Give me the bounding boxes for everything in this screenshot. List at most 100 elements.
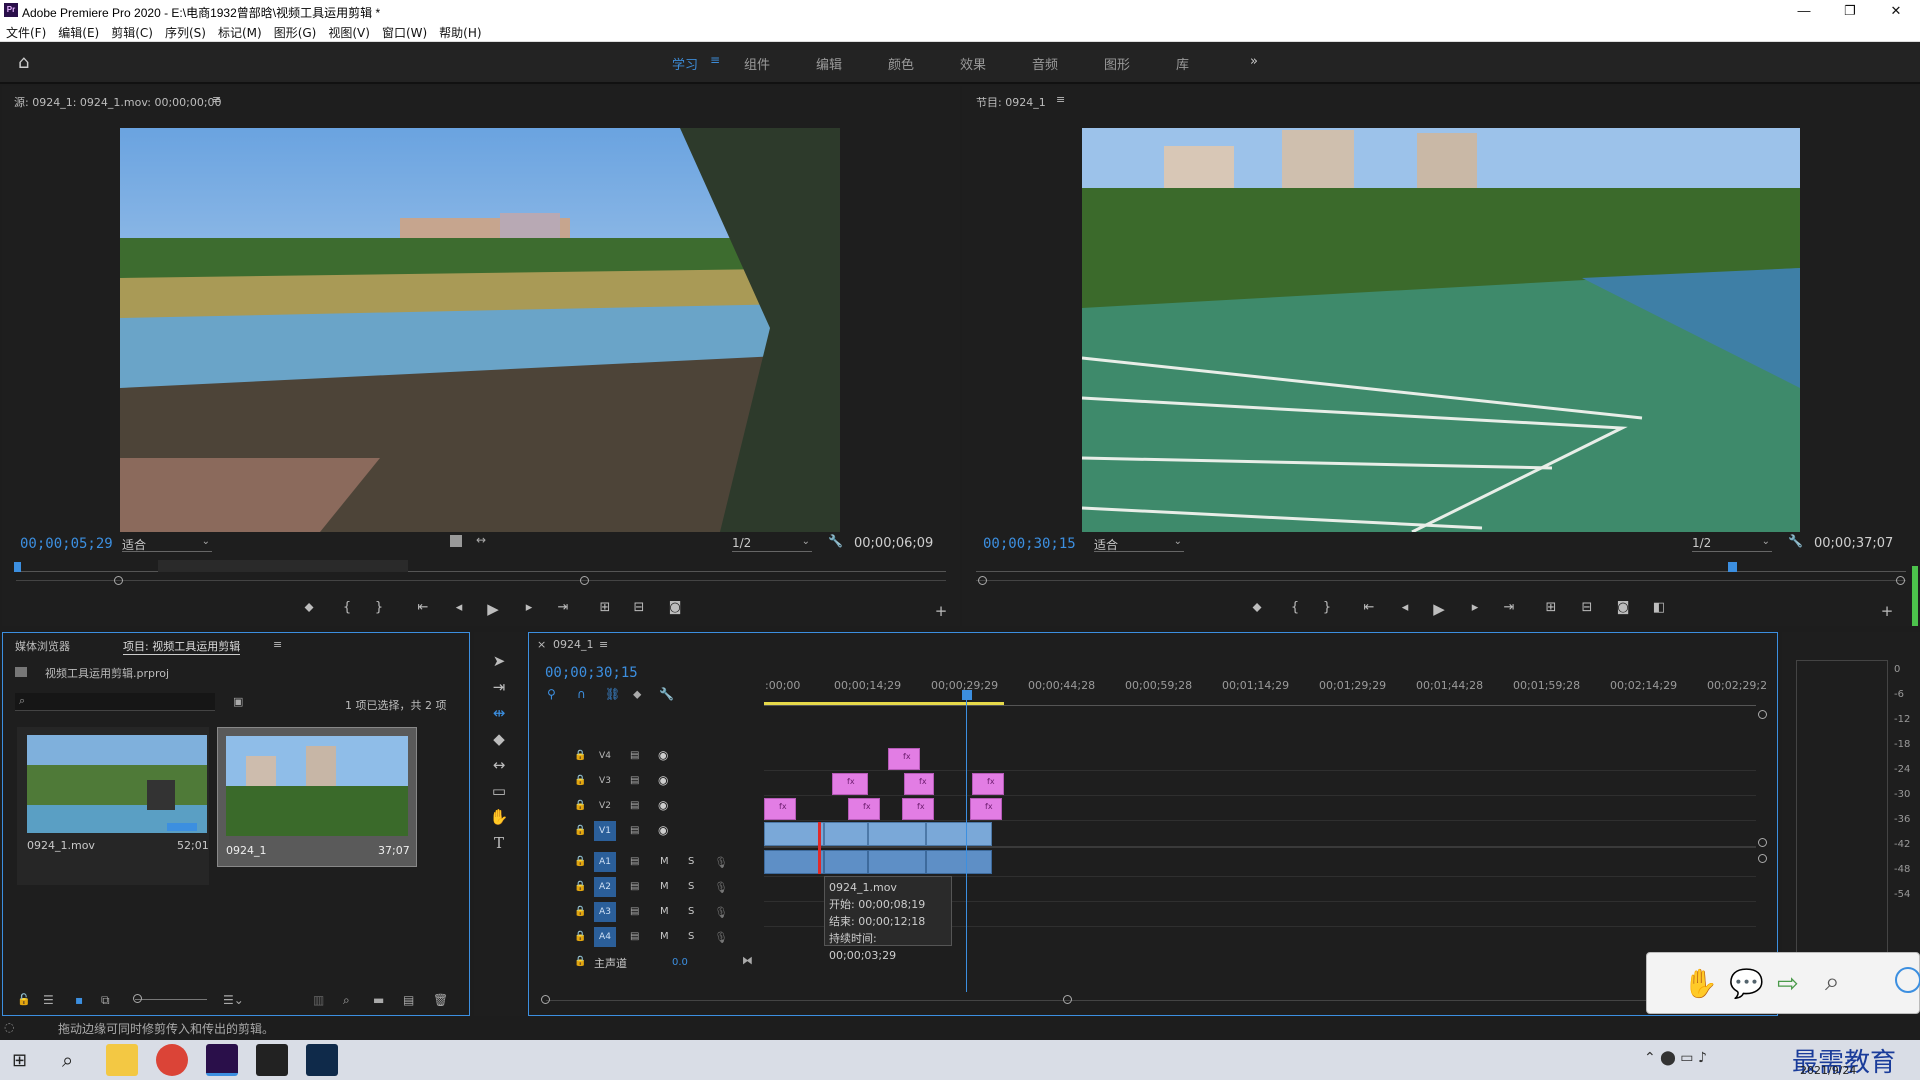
- freeform-view-icon[interactable]: ⧉: [101, 993, 110, 1008]
- skip-icon[interactable]: ⧓: [742, 954, 753, 967]
- audio-clip[interactable]: [764, 850, 824, 874]
- lock-icon[interactable]: 🔓: [17, 993, 31, 1006]
- project-item-selected[interactable]: 0924_1 37;07: [217, 727, 417, 867]
- project-search-input[interactable]: ⌕: [15, 693, 215, 711]
- ws-libraries[interactable]: 库: [1176, 54, 1189, 73]
- mark-out-icon[interactable]: }: [368, 600, 390, 615]
- mute-button[interactable]: M: [660, 856, 669, 867]
- vertical-zoom-handle[interactable]: [1758, 854, 1767, 863]
- zoom-icon[interactable]: ⌕: [1825, 967, 1840, 998]
- master-volume-value[interactable]: 0.0: [672, 957, 688, 968]
- new-item-icon[interactable]: ▤: [403, 993, 414, 1007]
- audio-clip[interactable]: [926, 850, 992, 874]
- maximize-button[interactable]: ❐: [1827, 0, 1873, 22]
- track-label-v2[interactable]: V2: [594, 796, 616, 816]
- solo-button[interactable]: S: [688, 931, 694, 942]
- lock-icon[interactable]: 🔒: [574, 906, 586, 917]
- toggle-sync-icon[interactable]: ▤: [630, 825, 639, 836]
- mic-icon[interactable]: 🎙: [714, 881, 728, 894]
- panel-menu-icon[interactable]: ≡: [273, 638, 282, 651]
- trash-icon[interactable]: 🗑: [433, 993, 448, 1007]
- clapper-icon[interactable]: [256, 1044, 288, 1076]
- menu-sequence[interactable]: 序列(S): [159, 22, 212, 41]
- windows-start-icon[interactable]: ⊞: [12, 1050, 27, 1071]
- track-label-v1[interactable]: V1: [594, 821, 616, 841]
- mark-out-icon[interactable]: }: [1316, 600, 1338, 615]
- toggle-sync-icon[interactable]: ▤: [630, 881, 639, 892]
- hand-tool-icon[interactable]: ✋: [488, 808, 510, 826]
- step-forward-icon[interactable]: ▸: [1464, 600, 1486, 615]
- ws-editing[interactable]: 编辑: [816, 54, 842, 73]
- overwrite-icon[interactable]: ⊟: [628, 600, 650, 615]
- menu-marker[interactable]: 标记(M): [212, 22, 268, 41]
- eye-icon[interactable]: ◉: [658, 798, 668, 812]
- graphic-clip[interactable]: fx: [972, 773, 1004, 795]
- wrench-icon[interactable]: 🔧: [1788, 534, 1803, 548]
- panel-menu-icon[interactable]: ≡: [599, 638, 608, 651]
- selection-tool-icon[interactable]: ➤: [488, 652, 510, 670]
- solo-button[interactable]: S: [688, 856, 694, 867]
- program-zoom-bar[interactable]: [976, 580, 1906, 581]
- toggle-sync-icon[interactable]: ▤: [630, 750, 639, 761]
- program-fit-dropdown[interactable]: 适合 ⌄: [1094, 536, 1184, 552]
- track-label-a1[interactable]: A1: [594, 852, 616, 872]
- zoom-handle-right[interactable]: [580, 576, 589, 585]
- chrome-icon[interactable]: [156, 1044, 188, 1076]
- lock-icon[interactable]: 🔒: [574, 881, 586, 892]
- video-clip[interactable]: [926, 822, 992, 846]
- zoom-handle-left[interactable]: [114, 576, 123, 585]
- source-zoom-bar[interactable]: [16, 580, 946, 581]
- ws-assembly[interactable]: 组件: [744, 54, 770, 73]
- go-to-out-icon[interactable]: ⇥: [552, 600, 574, 615]
- audio-clip[interactable]: [824, 850, 868, 874]
- scroll-handle-right[interactable]: [1063, 995, 1072, 1004]
- tab-sequence[interactable]: 0924_1: [553, 638, 594, 651]
- source-playhead[interactable]: [14, 562, 21, 572]
- video-clip[interactable]: [868, 822, 926, 846]
- solo-button[interactable]: S: [688, 906, 694, 917]
- step-back-icon[interactable]: ◂: [1394, 600, 1416, 615]
- zoom-slider-handle[interactable]: [133, 994, 142, 1003]
- lock-icon[interactable]: 🔒: [574, 856, 586, 867]
- program-time-ruler[interactable]: [976, 562, 1906, 572]
- add-button-icon[interactable]: +: [1876, 602, 1898, 620]
- tab-project[interactable]: 项目: 视频工具运用剪辑: [123, 638, 241, 655]
- wrench-icon[interactable]: 🔧: [659, 687, 674, 701]
- mic-icon[interactable]: 🎙: [714, 906, 728, 919]
- slip-tool-icon[interactable]: ↔: [488, 756, 510, 774]
- linked-selection-icon[interactable]: ⛓: [605, 687, 620, 701]
- edit-point-marker[interactable]: [818, 822, 821, 874]
- ws-audio[interactable]: 音频: [1032, 54, 1058, 73]
- timeline-horizontal-scrollbar[interactable]: [546, 1000, 1646, 1001]
- ws-color[interactable]: 颜色: [888, 54, 914, 73]
- go-to-out-icon[interactable]: ⇥: [1498, 600, 1520, 615]
- list-view-icon[interactable]: ☰: [43, 993, 54, 1007]
- menu-graphics[interactable]: 图形(G): [268, 22, 323, 41]
- eye-icon[interactable]: ◉: [658, 773, 668, 787]
- menu-help[interactable]: 帮助(H): [433, 22, 487, 41]
- menu-clip[interactable]: 剪辑(C): [105, 22, 159, 41]
- menu-window[interactable]: 窗口(W): [376, 22, 433, 41]
- mute-button[interactable]: M: [660, 931, 669, 942]
- solo-button[interactable]: S: [688, 881, 694, 892]
- add-marker-icon[interactable]: ⬥: [633, 687, 641, 702]
- home-icon[interactable]: ⌂: [18, 52, 29, 73]
- panel-menu-icon[interactable]: ≡: [1056, 93, 1065, 106]
- program-resolution-dropdown[interactable]: 1/2 ⌄: [1692, 536, 1772, 552]
- hand-icon[interactable]: ✋: [1683, 967, 1718, 1000]
- track-label-v4[interactable]: V4: [594, 746, 616, 766]
- lock-icon[interactable]: 🔒: [574, 775, 586, 786]
- graphic-clip[interactable]: fx: [764, 798, 796, 820]
- close-tab-icon[interactable]: ×: [537, 638, 546, 651]
- razor-tool-icon[interactable]: ◆: [488, 730, 510, 748]
- add-marker-icon[interactable]: ⬥: [298, 600, 320, 615]
- play-icon[interactable]: ▶: [482, 600, 504, 618]
- lock-icon[interactable]: 🔒: [574, 750, 586, 761]
- audio-clip[interactable]: [868, 850, 926, 874]
- zoom-handle-left[interactable]: [978, 576, 987, 585]
- camera-icon[interactable]: ◙: [664, 600, 686, 615]
- photoshop-icon[interactable]: [306, 1044, 338, 1076]
- source-time-ruler[interactable]: [16, 562, 946, 572]
- panel-menu-icon[interactable]: ≡: [212, 93, 221, 106]
- lock-icon[interactable]: 🔒: [574, 800, 586, 811]
